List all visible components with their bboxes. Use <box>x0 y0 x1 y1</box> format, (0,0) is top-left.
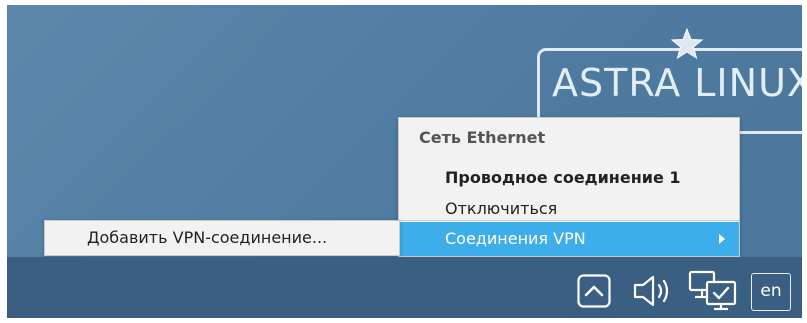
speaker-icon[interactable] <box>631 272 675 310</box>
taskbar: en <box>7 257 802 318</box>
star-icon <box>670 27 704 60</box>
network-icon[interactable] <box>687 269 739 313</box>
network-menu: Сеть Ethernet Проводное соединение 1 Отк… <box>398 117 740 257</box>
keyboard-layout-indicator[interactable]: en <box>751 273 791 311</box>
menu-separator <box>399 220 739 221</box>
network-section-title: Сеть Ethernet <box>419 128 546 147</box>
vpn-connections-label: Соединения VPN <box>445 229 586 248</box>
desktop: ASTRA LINUX Сеть Ethernet Проводное соед… <box>7 5 802 318</box>
vpn-connections-item[interactable]: Соединения VPN <box>399 222 739 256</box>
logo-text: ASTRA LINUX <box>552 61 802 105</box>
vpn-submenu: Добавить VPN-соединение... <box>44 220 400 256</box>
submenu-arrow-icon <box>719 234 725 244</box>
add-vpn-connection-item[interactable]: Добавить VPN-соединение... <box>45 221 399 255</box>
add-vpn-connection-label: Добавить VPN-соединение... <box>87 228 328 247</box>
chevron-up-icon[interactable] <box>577 274 611 308</box>
